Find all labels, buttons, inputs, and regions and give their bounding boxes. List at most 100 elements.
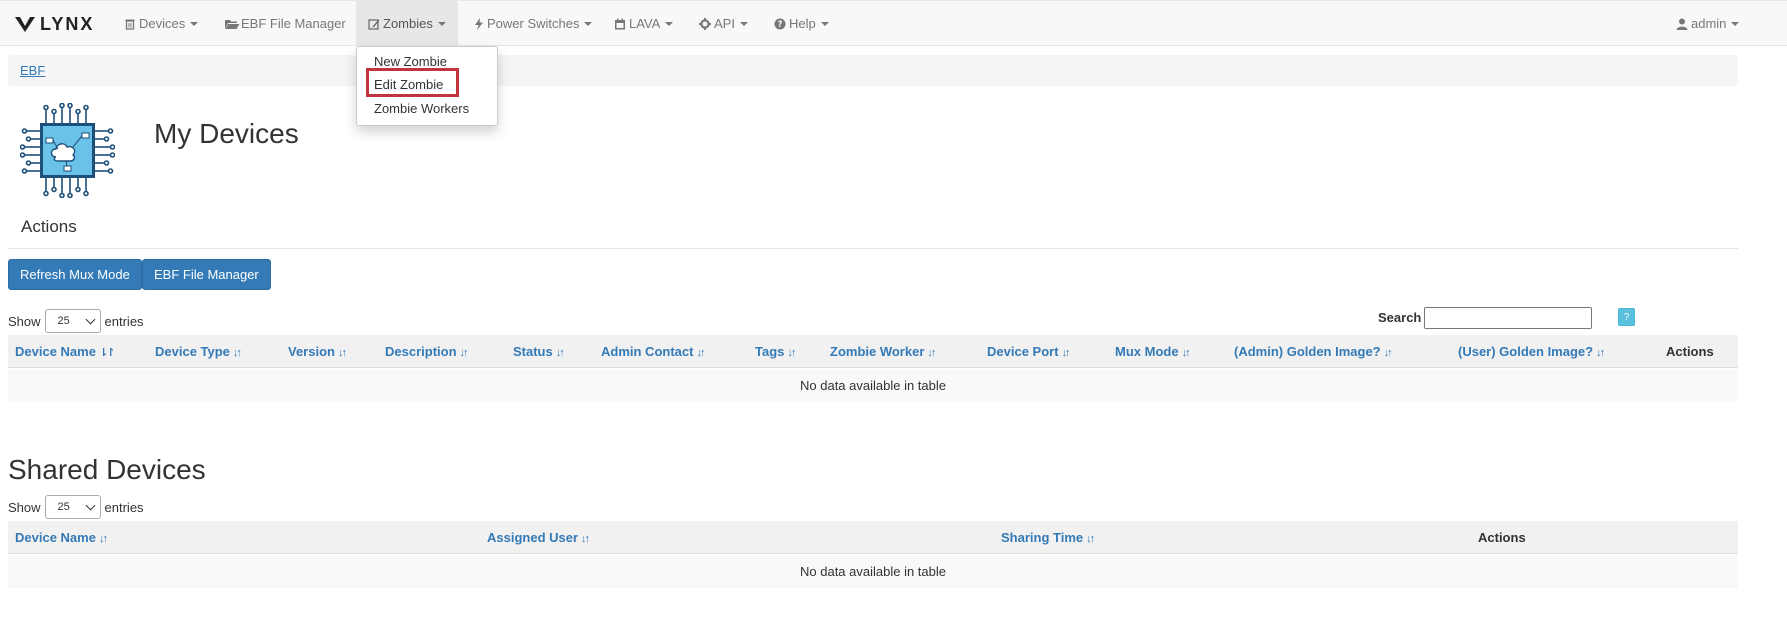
col-version[interactable]: Version ↓↑	[288, 344, 347, 359]
nav-zombies-label: Zombies	[383, 16, 433, 31]
nav-help-label: Help	[789, 16, 816, 31]
caret-down-icon	[820, 21, 829, 26]
search-label: Search	[1378, 310, 1422, 325]
sort-icon: ↓↑	[581, 533, 590, 545]
edit-icon	[368, 18, 380, 30]
cog-icon	[699, 17, 711, 30]
col-admin-golden-image[interactable]: (Admin) Golden Image? ↓↑	[1234, 344, 1393, 359]
nav-user-menu[interactable]: admin	[1664, 1, 1751, 46]
shared-devices-title: Shared Devices	[8, 454, 206, 485]
sort-icon: ↓↑	[232, 347, 242, 359]
nav-devices-label: Devices	[139, 16, 186, 31]
my-devices-table-header: Device Name ⇂↾ Device Type ↓↑ Version ↓↑ De…	[8, 335, 1738, 368]
nav-power-switches[interactable]: Power Switches	[462, 1, 604, 46]
menu-item-zombie-workers[interactable]: Zombie Workers	[374, 101, 469, 116]
sort-icon: ↓↑	[1181, 347, 1191, 359]
sort-icon: ↓↑	[555, 347, 565, 359]
sort-icon: ↓↑	[1061, 347, 1071, 359]
question-circle-icon: ?	[774, 18, 786, 30]
entries-label: entries	[104, 313, 144, 329]
zombies-dropdown-menu: New Zombie Edit Zombie Zombie Workers	[356, 46, 498, 126]
caret-down-icon	[437, 21, 446, 26]
caret-down-icon	[665, 21, 674, 26]
nav-lava[interactable]: LAVA	[602, 1, 685, 46]
sort-icon: ↓↑	[1596, 347, 1605, 359]
col-device-name[interactable]: Device Name ↓↑	[15, 530, 108, 545]
my-devices-length-control: Show 25 entries	[8, 309, 144, 333]
flash-icon	[475, 17, 483, 30]
page-title: My Devices	[154, 118, 299, 149]
col-sharing-time[interactable]: Sharing Time ↓↑	[1001, 530, 1095, 545]
my-devices-empty-row: No data available in table	[8, 369, 1738, 402]
navbar: LYNX Devices EBF File Manager Zombies Po…	[0, 0, 1787, 46]
shared-devices-table-header: Device Name ↓↑ Assigned User ↓↑ Sharing Ti…	[8, 521, 1738, 554]
nav-power-switches-label: Power Switches	[487, 16, 580, 31]
menu-item-new-zombie[interactable]: New Zombie	[374, 54, 447, 69]
col-actions: Actions	[1666, 344, 1714, 359]
chip-cloud-logo-icon	[20, 103, 115, 198]
sort-asc-icon: ⇂↾	[98, 347, 116, 359]
folder-open-icon	[225, 19, 240, 29]
caret-down-icon	[1731, 21, 1740, 26]
caret-down-icon	[584, 21, 593, 26]
shared-devices-empty-row: No data available in table	[8, 555, 1738, 588]
col-status[interactable]: Status ↓↑	[513, 344, 565, 359]
my-devices-length-select[interactable]: 25	[44, 309, 101, 333]
sort-icon: ↓↑	[98, 533, 108, 545]
shared-devices-length-control: Show 25 entries	[8, 495, 144, 519]
length-value: 25	[57, 315, 70, 327]
nav-ebf-file-manager-label: EBF File Manager	[241, 16, 346, 31]
col-mux-mode[interactable]: Mux Mode ↓↑	[1115, 344, 1191, 359]
nav-lava-label: LAVA	[629, 16, 661, 31]
brand-name: LYNX	[40, 13, 95, 34]
sort-icon: ↓↑	[1086, 533, 1095, 545]
actions-heading: Actions	[21, 217, 77, 236]
brand-logo[interactable]: LYNX	[14, 14, 94, 34]
col-assigned-user[interactable]: Assigned User ↓↑	[487, 530, 590, 545]
refresh-mux-mode-button[interactable]: Refresh Mux Mode	[8, 259, 142, 290]
sort-icon: ↓↑	[337, 347, 347, 359]
col-device-name[interactable]: Device Name ⇂↾	[15, 344, 116, 359]
menu-item-edit-zombie[interactable]: Edit Zombie	[374, 77, 443, 92]
lynx-logo-icon	[15, 17, 35, 32]
ebf-file-manager-button[interactable]: EBF File Manager	[142, 259, 271, 290]
sort-icon: ↓↑	[1383, 347, 1393, 359]
chevron-down-icon	[85, 314, 95, 324]
chevron-down-icon	[85, 500, 95, 510]
sort-icon: ↓↑	[927, 347, 936, 359]
col-zombie-worker[interactable]: Zombie Worker ↓↑	[830, 344, 936, 359]
sort-icon: ↓↑	[459, 347, 469, 359]
show-label: Show	[8, 313, 41, 329]
trash-icon	[125, 19, 135, 30]
nav-devices[interactable]: Devices	[112, 1, 210, 46]
col-actions: Actions	[1478, 530, 1526, 545]
caret-down-icon	[739, 21, 748, 26]
user-icon	[1676, 18, 1688, 30]
entries-label: entries	[104, 499, 144, 515]
nav-api[interactable]: API	[687, 1, 760, 46]
breadcrumb-link-ebf[interactable]: EBF	[20, 63, 45, 78]
col-tags[interactable]: Tags ↓↑	[755, 344, 796, 359]
caret-down-icon	[190, 21, 199, 26]
nav-api-label: API	[714, 16, 735, 31]
sort-icon: ↓↑	[696, 347, 705, 359]
breadcrumb: EBF	[8, 55, 1738, 86]
divider	[8, 248, 1738, 249]
col-device-port[interactable]: Device Port ↓↑	[987, 344, 1071, 359]
help-button[interactable]: ?	[1618, 308, 1635, 326]
nav-user-label: admin	[1691, 16, 1727, 31]
col-device-type[interactable]: Device Type ↓↑	[155, 344, 242, 359]
col-user-golden-image[interactable]: (User) Golden Image? ↓↑	[1458, 344, 1605, 359]
shared-devices-length-select[interactable]: 25	[44, 495, 101, 519]
show-label: Show	[8, 499, 41, 515]
col-admin-contact[interactable]: Admin Contact ↓↑	[601, 344, 705, 359]
nav-help[interactable]: ? Help	[762, 1, 841, 46]
sort-icon: ↓↑	[787, 347, 796, 359]
col-description[interactable]: Description ↓↑	[385, 344, 469, 359]
nav-ebf-file-manager[interactable]: EBF File Manager	[212, 1, 358, 46]
search-input[interactable]	[1424, 307, 1592, 329]
calendar-icon	[615, 18, 625, 29]
nav-zombies[interactable]: Zombies	[356, 1, 458, 46]
length-value: 25	[57, 501, 70, 513]
svg-text:?: ?	[778, 20, 783, 30]
